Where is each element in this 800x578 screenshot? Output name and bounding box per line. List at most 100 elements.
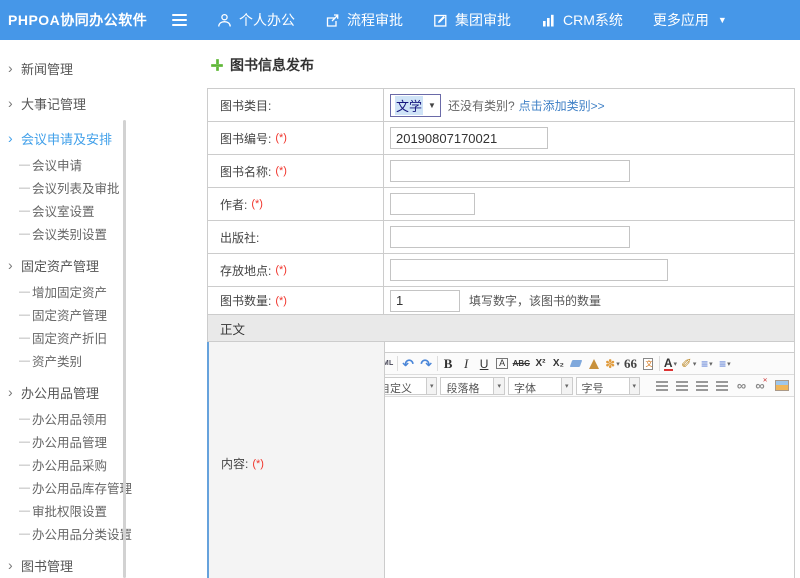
link-icon[interactable]: ∞ (734, 377, 749, 394)
required-mark: (*) (275, 132, 287, 144)
caret-down-icon: ▾ (629, 378, 640, 394)
align-right-icon[interactable] (694, 377, 709, 394)
editor-content-area[interactable] (385, 397, 794, 578)
sidebar-item[interactable]: › 会议申请及安排 (0, 123, 195, 153)
bold-icon[interactable]: B (441, 355, 456, 372)
book-publish-form: 图书类目: 文学 ▼ 还没有类别? 点击添加类别>> 图书编号: (*) 图书名… (207, 88, 795, 578)
font-color-icon[interactable]: A ▾ (663, 355, 678, 372)
font-border-icon[interactable]: A (495, 355, 510, 372)
sidebar-item[interactable]: — 会议类别设置 (0, 222, 195, 245)
superscript-icon[interactable]: X² (533, 355, 548, 372)
menu-toggle-icon[interactable] (172, 14, 187, 26)
caret-down-icon: ▾ (493, 378, 504, 394)
html-source-icon[interactable]: HTML (385, 355, 394, 372)
select-caret-icon: ▼ (428, 101, 436, 110)
caret-down-icon: ▾ (727, 360, 731, 368)
edit-square-icon (433, 13, 448, 28)
align-left-icon[interactable] (654, 377, 669, 394)
book-no-label: 图书编号: (220, 130, 271, 147)
sidebar-item[interactable]: — 会议申请 (0, 153, 195, 176)
category-select[interactable]: 文学 ▼ (390, 94, 441, 117)
add-category-link[interactable]: 点击添加类别>> (519, 97, 605, 114)
highlight-color-icon[interactable]: ✐ ▾ (681, 355, 696, 372)
font-family-select[interactable]: 字体 ▾ (508, 377, 573, 395)
item-prefix-icon: — (19, 332, 32, 344)
sidebar-item-label: 会议类别设置 (32, 224, 107, 243)
sidebar-item[interactable]: — 资产类别 (0, 349, 195, 372)
nav-item-group-approval[interactable]: 集团审批 (433, 10, 511, 30)
sidebar-item[interactable]: — 办公用品采购 (0, 453, 195, 476)
strikethrough-icon[interactable]: ABC (513, 355, 530, 372)
sidebar-item[interactable]: › 新闻管理 (0, 53, 195, 83)
eraser-icon[interactable] (569, 355, 584, 372)
sidebar-item-label: 审批权限设置 (32, 501, 107, 520)
publisher-label: 出版社: (220, 229, 259, 246)
item-prefix-icon: — (19, 505, 32, 517)
unordered-list-icon[interactable]: ≡ ▾ (717, 355, 732, 372)
author-label: 作者: (220, 196, 247, 213)
form-row-book-no: 图书编号: (*) (208, 122, 794, 155)
underline-icon[interactable]: U (477, 355, 492, 372)
sidebar-item[interactable]: — 办公用品管理 (0, 430, 195, 453)
caret-down-icon: ▾ (616, 360, 620, 368)
required-mark: (*) (275, 165, 287, 177)
align-center-icon[interactable] (674, 377, 689, 394)
nav-item-workflow-approval[interactable]: 流程审批 (325, 10, 403, 30)
page-title: 图书信息发布 (195, 40, 800, 88)
sidebar-item[interactable]: — 会议列表及审批 (0, 176, 195, 199)
sidebar-item[interactable]: — 固定资产折旧 (0, 326, 195, 349)
sidebar-item[interactable]: › 固定资产管理 (0, 250, 195, 280)
bar-chart-icon (541, 13, 556, 28)
undo-icon[interactable]: ↶ (401, 355, 416, 372)
nav-item-crm-system[interactable]: CRM系统 (541, 10, 623, 30)
ordered-list-icon[interactable]: ≡ ▾ (699, 355, 714, 372)
sidebar-item[interactable]: — 办公用品分类设置 (0, 522, 195, 545)
sidebar-item[interactable]: — 审批权限设置 (0, 499, 195, 522)
content-label: 内容: (221, 455, 248, 472)
form-row-location: 存放地点: (*) (208, 254, 794, 287)
item-prefix-icon: — (19, 286, 32, 298)
sidebar-item[interactable]: › 大事记管理 (0, 88, 195, 118)
auto-typeset-icon[interactable]: ✽ ▾ (605, 355, 620, 372)
italic-icon[interactable]: I (459, 355, 474, 372)
align-justify-icon[interactable] (714, 377, 729, 394)
insert-image-icon[interactable] (774, 377, 789, 394)
nav-item-more-apps[interactable]: 更多应用 ▼ (653, 10, 727, 30)
item-prefix-icon: — (19, 459, 32, 471)
location-label: 存放地点: (220, 262, 271, 279)
person-icon (217, 13, 232, 28)
item-prefix-icon: › (8, 384, 21, 400)
nav-item-personal-office[interactable]: 个人办公 (217, 10, 295, 30)
sidebar-item-label: 固定资产管理 (32, 305, 107, 324)
blockquote-icon[interactable]: 66 (623, 355, 638, 372)
font-size-select[interactable]: 字号 ▾ (576, 377, 641, 395)
location-input[interactable] (390, 259, 668, 281)
subscript-icon[interactable]: X₂ (551, 355, 566, 372)
quantity-hint: 填写数字，该图书的数量 (469, 292, 601, 309)
sidebar-item[interactable]: — 增加固定资产 (0, 280, 195, 303)
sidebar-item[interactable]: — 办公用品库存管理 (0, 476, 195, 499)
separator (659, 356, 660, 371)
sidebar-menu: › 新闻管理 › 大事记管理 › 会议申请及安排 — 会议申请 — 会议列表及审… (0, 40, 195, 578)
caret-down-icon: ▾ (674, 360, 678, 368)
book-name-input[interactable] (390, 160, 630, 182)
sidebar-item[interactable]: — 固定资产管理 (0, 303, 195, 326)
toolbar-icons-row2: ∞ ∞ (654, 377, 794, 394)
sidebar-item[interactable]: — 会议室设置 (0, 199, 195, 222)
unlink-icon[interactable]: ∞ (754, 377, 769, 394)
custom-title-select[interactable]: 自定义标题 ▾ (385, 377, 437, 395)
redo-icon[interactable]: ↷ (419, 355, 434, 372)
sidebar-item[interactable]: — 办公用品领用 (0, 407, 195, 430)
book-no-input[interactable] (390, 127, 548, 149)
paste-text-icon[interactable] (641, 355, 656, 372)
quantity-label: 图书数量: (220, 292, 271, 309)
sidebar-item[interactable]: › 办公用品管理 (0, 377, 195, 407)
quantity-input[interactable] (390, 290, 460, 312)
author-input[interactable] (390, 193, 475, 215)
caret-down-icon: ▼ (718, 15, 727, 25)
sidebar-scrollbar[interactable] (123, 120, 126, 578)
paragraph-format-select[interactable]: 段落格式 ▾ (440, 377, 505, 395)
sidebar-item[interactable]: › 图书管理 (0, 550, 195, 578)
format-brush-icon[interactable] (587, 355, 602, 372)
publisher-input[interactable] (390, 226, 630, 248)
